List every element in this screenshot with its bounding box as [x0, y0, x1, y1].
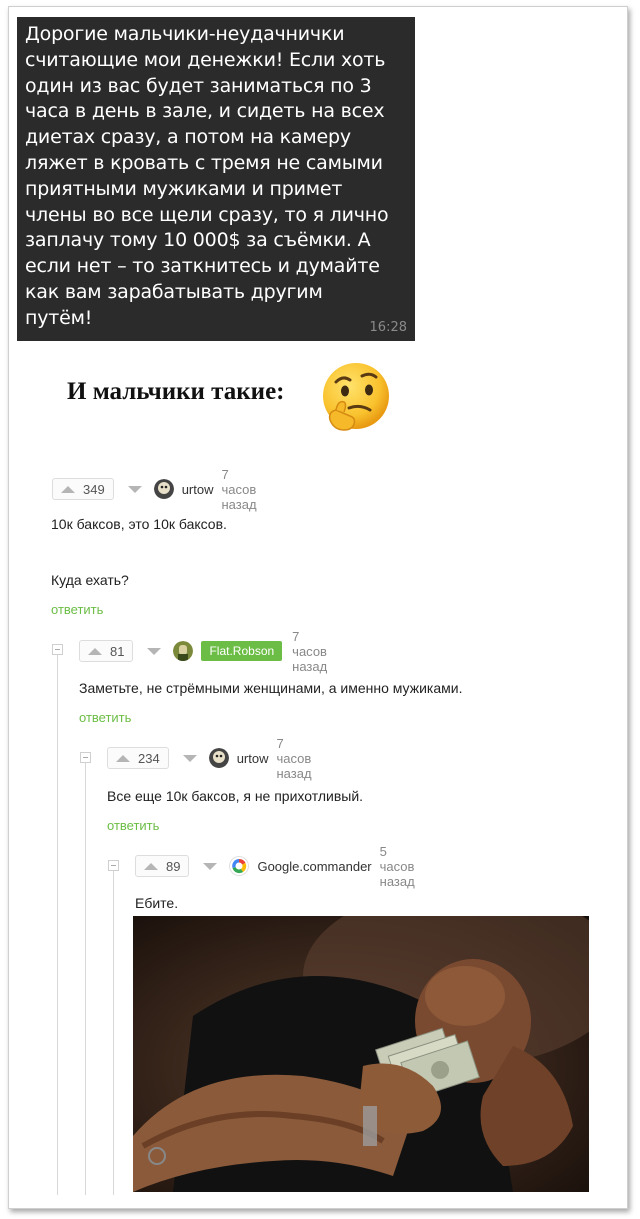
username-link[interactable]: urtow: [237, 751, 269, 766]
man-crying-with-money-photo: [133, 916, 589, 1192]
downvote-icon[interactable]: [147, 647, 162, 655]
upvote-button[interactable]: 89: [135, 855, 190, 877]
user-avatar[interactable]: [229, 856, 250, 876]
downvote-icon[interactable]: [127, 485, 142, 493]
vote-count: 81: [110, 643, 125, 659]
message-text: Дорогие мальчики-неудачнички считающие м…: [25, 23, 389, 329]
reply-link[interactable]: ответить: [107, 818, 159, 833]
collapse-toggle[interactable]: [108, 860, 119, 871]
thread-line: [113, 871, 114, 1195]
comment-time: 7 часов назад: [221, 466, 257, 512]
collapse-toggle[interactable]: [52, 644, 63, 655]
user-avatar[interactable]: [173, 641, 194, 661]
vote-count: 234: [138, 750, 160, 766]
reply-link[interactable]: ответить: [79, 710, 131, 725]
upvote-button[interactable]: 349: [52, 478, 114, 500]
downvote-icon[interactable]: [203, 862, 218, 870]
downvote-icon[interactable]: [182, 754, 197, 762]
upvote-button[interactable]: 234: [107, 747, 169, 769]
username-link[interactable]: Flat.Robson: [201, 641, 283, 661]
user-avatar[interactable]: [208, 748, 229, 768]
comment-time: 7 часов назад: [292, 628, 328, 674]
username-link[interactable]: Google.commander: [257, 859, 371, 874]
username-link[interactable]: urtow: [182, 482, 214, 497]
message-time: 16:28: [369, 320, 407, 335]
comment-header: 81 Flat.Robson 7 часов назад: [79, 629, 327, 674]
thread-line: [57, 655, 58, 1195]
comment-header: 349 urtow 7 часов назад: [52, 467, 257, 512]
arrow-up-icon: [116, 754, 130, 762]
comment-header: 89 Google.commander 5 часов назад: [135, 844, 415, 889]
caption-text: И мальчики такие:: [67, 378, 285, 405]
comment-text: Заметьте, не стрёмными женщинами, а имен…: [79, 680, 463, 696]
arrow-up-icon: [88, 647, 102, 655]
collapse-toggle[interactable]: [80, 752, 91, 763]
upvote-button[interactable]: 81: [79, 640, 134, 662]
comment-time: 5 часов назад: [379, 843, 415, 889]
chat-message: Дорогие мальчики-неудачнички считающие м…: [17, 17, 415, 341]
comment-text: Ебите.: [135, 895, 179, 911]
arrow-up-icon: [144, 862, 158, 870]
comment-image[interactable]: [133, 916, 589, 1192]
arrow-up-icon: [61, 485, 75, 493]
vote-count: 349: [83, 481, 105, 497]
vote-count: 89: [166, 858, 181, 874]
reply-link[interactable]: ответить: [51, 602, 103, 617]
comment-text: Все еще 10к баксов, я не прихотливый.: [107, 788, 364, 804]
comment-text: 10к баксов, это 10к баксов.: [51, 516, 227, 532]
thread-line: [85, 763, 86, 1195]
comment-time: 7 часов назад: [276, 735, 312, 781]
thinking-face-icon: [323, 363, 389, 431]
comment-text: Куда ехать?: [51, 572, 129, 588]
comment-header: 234 urtow 7 часов назад: [107, 736, 312, 781]
user-avatar[interactable]: [153, 479, 174, 499]
